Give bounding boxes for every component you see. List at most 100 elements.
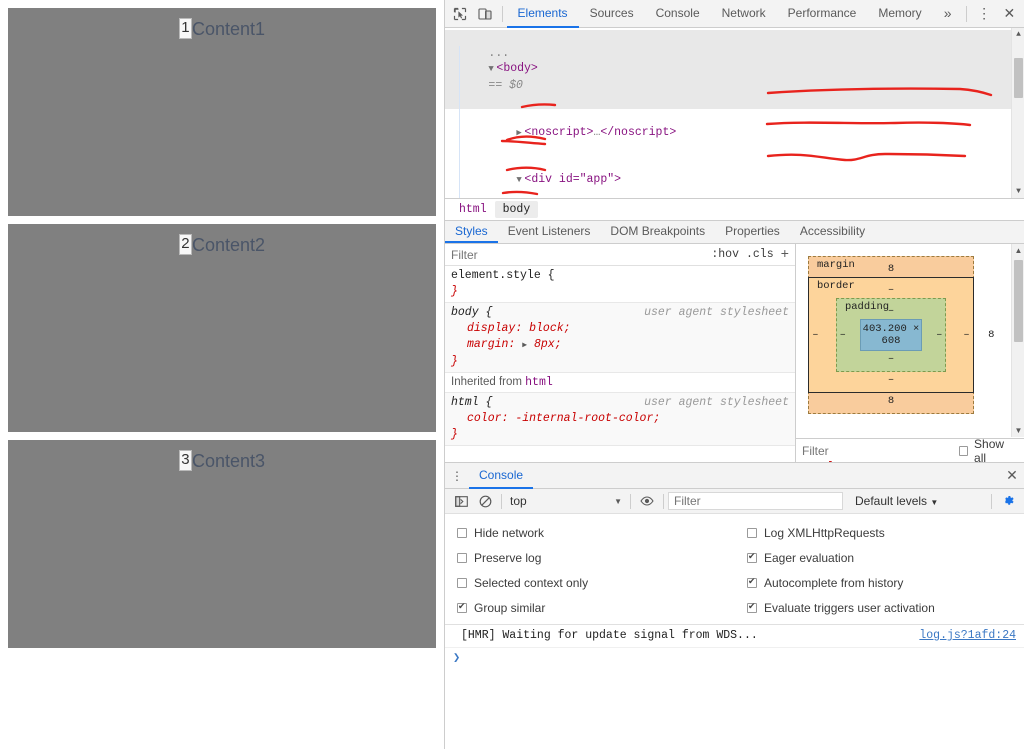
console-message-source-link[interactable]: log.js?1afd:24: [919, 627, 1016, 645]
computed-property-first[interactable]: ▶ color: [796, 461, 1024, 462]
selected-context-only-checkbox[interactable]: [457, 577, 467, 588]
devtools-menu-kebab-icon[interactable]: ⋮: [971, 1, 996, 27]
css-rule-html[interactable]: html { user agent stylesheet color: -int…: [445, 393, 795, 446]
tab-accessibility[interactable]: Accessibility: [790, 221, 875, 243]
log-xhr-checkbox[interactable]: [747, 527, 757, 538]
box-model-border-bottom[interactable]: –: [809, 372, 973, 388]
box-model-margin-right[interactable]: 8: [988, 329, 994, 341]
scroll-up-arrow-icon[interactable]: ▲: [1012, 28, 1024, 41]
styles-filter-input[interactable]: [445, 246, 712, 263]
css-prop-value[interactable]: block;: [529, 322, 570, 335]
device-toolbar-icon[interactable]: [472, 1, 497, 27]
breadcrumb-item-html[interactable]: html: [451, 201, 495, 218]
setting-eager-evaluation[interactable]: Eager evaluation: [739, 545, 1020, 570]
drawer-tab-console[interactable]: Console: [469, 463, 534, 489]
evaluate-triggers-checkbox[interactable]: [747, 601, 757, 613]
computed-filter-input[interactable]: [796, 442, 959, 459]
dom-node-body[interactable]: ... ▼ <body> == $0: [445, 30, 1024, 109]
css-declaration-margin[interactable]: margin: ▶ 8px;: [451, 337, 791, 354]
box-model-border[interactable]: border – – padding – – 403.200 × 608 – –…: [807, 277, 975, 393]
css-rule-element-style[interactable]: element.style { }: [445, 266, 795, 303]
close-drawer-icon[interactable]: ✕: [1000, 464, 1024, 488]
box-model-border-left[interactable]: –: [809, 329, 822, 341]
dom-overflow-ellipsis: ...: [488, 46, 510, 60]
dom-node-noscript[interactable]: ▶ <noscript>…</noscript>: [445, 109, 1024, 157]
chevron-down-icon[interactable]: ▼: [930, 498, 938, 507]
tab-console[interactable]: Console: [645, 0, 711, 28]
live-expression-eye-icon[interactable]: [635, 489, 659, 513]
scrollbar-thumb[interactable]: [1014, 58, 1023, 98]
eager-evaluation-checkbox[interactable]: [747, 551, 757, 563]
setting-group-similar[interactable]: Group similar: [449, 595, 739, 620]
css-declaration-color[interactable]: color: -internal-root-color;: [451, 411, 791, 427]
show-all-toggle[interactable]: Show all: [959, 437, 1024, 462]
show-all-checkbox[interactable]: [959, 445, 969, 456]
setting-hide-network[interactable]: Hide network: [449, 520, 739, 545]
box-model-padding[interactable]: padding – – 403.200 × 608 – –: [835, 298, 947, 372]
setting-autocomplete-from-history[interactable]: Autocomplete from history: [739, 570, 1020, 595]
scroll-down-arrow-icon[interactable]: ▼: [1012, 185, 1024, 198]
hide-network-checkbox[interactable]: [457, 527, 467, 538]
card-box-1[interactable]: 1 Content1: [8, 8, 436, 216]
clear-console-icon[interactable]: [473, 489, 497, 513]
console-log-levels-select[interactable]: Default levels ▼: [855, 494, 938, 508]
cls-toggle-button[interactable]: .cls: [746, 248, 774, 261]
tab-properties[interactable]: Properties: [715, 221, 790, 243]
scroll-up-arrow-icon[interactable]: ▲: [1012, 244, 1024, 257]
scrollbar-thumb[interactable]: [1014, 260, 1023, 342]
more-tabs-chevron-icon[interactable]: »: [933, 0, 963, 28]
dom-node-app[interactable]: ▼ <div id="app">: [445, 157, 1024, 198]
expand-shorthand-triangle-icon[interactable]: ▶: [522, 341, 527, 350]
console-message-row[interactable]: [HMR] Waiting for update signal from WDS…: [445, 625, 1024, 648]
card-box-2[interactable]: 2 Content2: [8, 224, 436, 432]
devtools-toolbar: Elements Sources Console Network Perform…: [445, 0, 1024, 28]
tab-memory[interactable]: Memory: [867, 0, 932, 28]
console-message-list[interactable]: [HMR] Waiting for update signal from WDS…: [445, 625, 1024, 749]
setting-preserve-log[interactable]: Preserve log: [449, 545, 739, 570]
console-settings-panel: Hide network Log XMLHttpRequests Preserv…: [445, 514, 1024, 625]
box-model-content[interactable]: 403.200 × 608: [860, 319, 922, 351]
console-context-select[interactable]: top ▼: [506, 494, 626, 508]
box-model-padding-right[interactable]: –: [934, 329, 946, 341]
setting-evaluate-triggers-user-activation[interactable]: Evaluate triggers user activation: [739, 595, 1020, 620]
card-box-3[interactable]: 3 Content3: [8, 440, 436, 648]
tab-event-listeners[interactable]: Event Listeners: [498, 221, 601, 243]
breadcrumb-item-body[interactable]: body: [494, 201, 539, 218]
close-devtools-icon[interactable]: ✕: [997, 1, 1022, 27]
console-settings-gear-icon[interactable]: [996, 489, 1020, 513]
box-model-padding-bottom[interactable]: –: [837, 351, 945, 367]
hov-toggle-button[interactable]: :hov: [711, 248, 739, 261]
styles-sidebar-scrollbar[interactable]: ▲ ▼: [1011, 244, 1024, 437]
tab-dom-breakpoints[interactable]: DOM Breakpoints: [600, 221, 715, 243]
tab-network[interactable]: Network: [711, 0, 777, 28]
console-sidebar-icon[interactable]: [449, 489, 473, 513]
css-prop-value[interactable]: 8px;: [534, 338, 562, 351]
chevron-down-icon[interactable]: ▼: [614, 497, 622, 506]
css-declaration-display[interactable]: display: block;: [451, 321, 791, 337]
preserve-log-checkbox[interactable]: [457, 552, 467, 563]
dom-tag-noscript-open: <noscript>: [524, 125, 594, 139]
box-model-padding-left[interactable]: –: [837, 329, 849, 341]
console-prompt[interactable]: ❯: [445, 648, 1024, 667]
scroll-down-arrow-icon[interactable]: ▼: [1012, 424, 1024, 437]
group-similar-checkbox[interactable]: [457, 601, 467, 613]
tab-performance[interactable]: Performance: [777, 0, 868, 28]
box-model-margin[interactable]: margin 8 8 border – –: [807, 256, 994, 414]
new-style-rule-button[interactable]: +: [781, 247, 789, 263]
console-filter-input[interactable]: [668, 492, 843, 510]
tab-sources[interactable]: Sources: [579, 0, 645, 28]
box-model-margin-bottom[interactable]: 8: [809, 393, 973, 409]
dom-tree[interactable]: ... ▼ <body> == $0 ▶ <noscript>…</noscript…: [445, 28, 1024, 198]
inspect-element-icon[interactable]: [447, 1, 472, 27]
dom-tree-scrollbar[interactable]: ▲ ▼: [1011, 28, 1024, 198]
setting-log-xmlhttprequests[interactable]: Log XMLHttpRequests: [739, 520, 1020, 545]
setting-selected-context-only[interactable]: Selected context only: [449, 570, 739, 595]
drawer-menu-kebab-icon[interactable]: ⋮: [445, 464, 469, 488]
inherited-from-target[interactable]: html: [525, 376, 553, 389]
tab-elements[interactable]: Elements: [506, 0, 579, 28]
tab-styles[interactable]: Styles: [445, 221, 498, 243]
box-model-border-right[interactable]: –: [960, 329, 973, 341]
autocomplete-history-checkbox[interactable]: [747, 576, 757, 588]
css-prop-value[interactable]: -internal-root-color;: [515, 412, 660, 425]
css-rule-body[interactable]: body { user agent stylesheet display: bl…: [445, 303, 795, 373]
